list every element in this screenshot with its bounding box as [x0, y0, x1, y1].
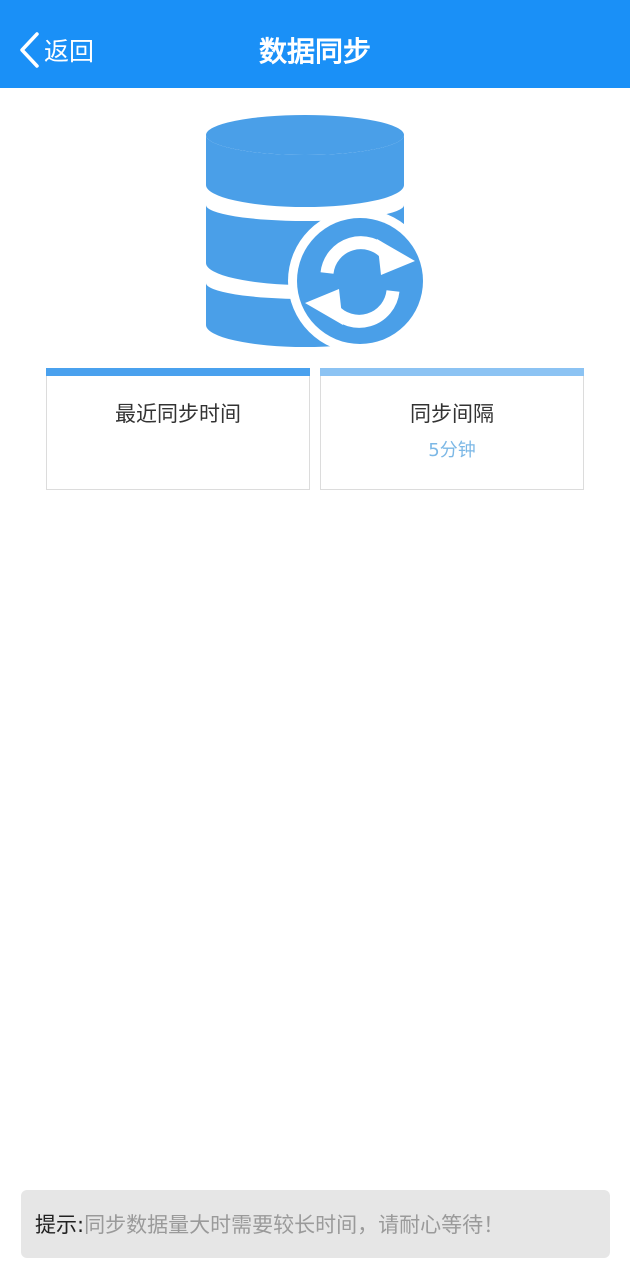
sync-interval-card[interactable]: 同步间隔 5分钟: [320, 368, 584, 490]
page-title: 数据同步: [258, 35, 371, 68]
tip-banner: 提示: 同步数据量大时需要较长时间，请耐心等待！: [21, 1190, 610, 1258]
card-accent-bar: [320, 368, 584, 376]
last-sync-card: 最近同步时间: [46, 368, 310, 490]
tip-prefix: 提示:: [35, 1213, 85, 1237]
last-sync-label: 最近同步时间: [115, 402, 241, 426]
tip-text: 同步数据量大时需要较长时间，请耐心等待！: [84, 1213, 505, 1237]
sync-interval-value: 5分钟: [428, 440, 476, 461]
app-header: 返回 数据同步: [0, 0, 630, 88]
card-accent-bar: [46, 368, 310, 376]
database-sync-icon: [205, 115, 432, 353]
data-sync-page: 返回 数据同步 最近同步时间 同步间隔 5分钟 提示: 同步数据量大时需要较长时…: [0, 0, 630, 1280]
sync-interval-label: 同步间隔: [410, 402, 494, 426]
